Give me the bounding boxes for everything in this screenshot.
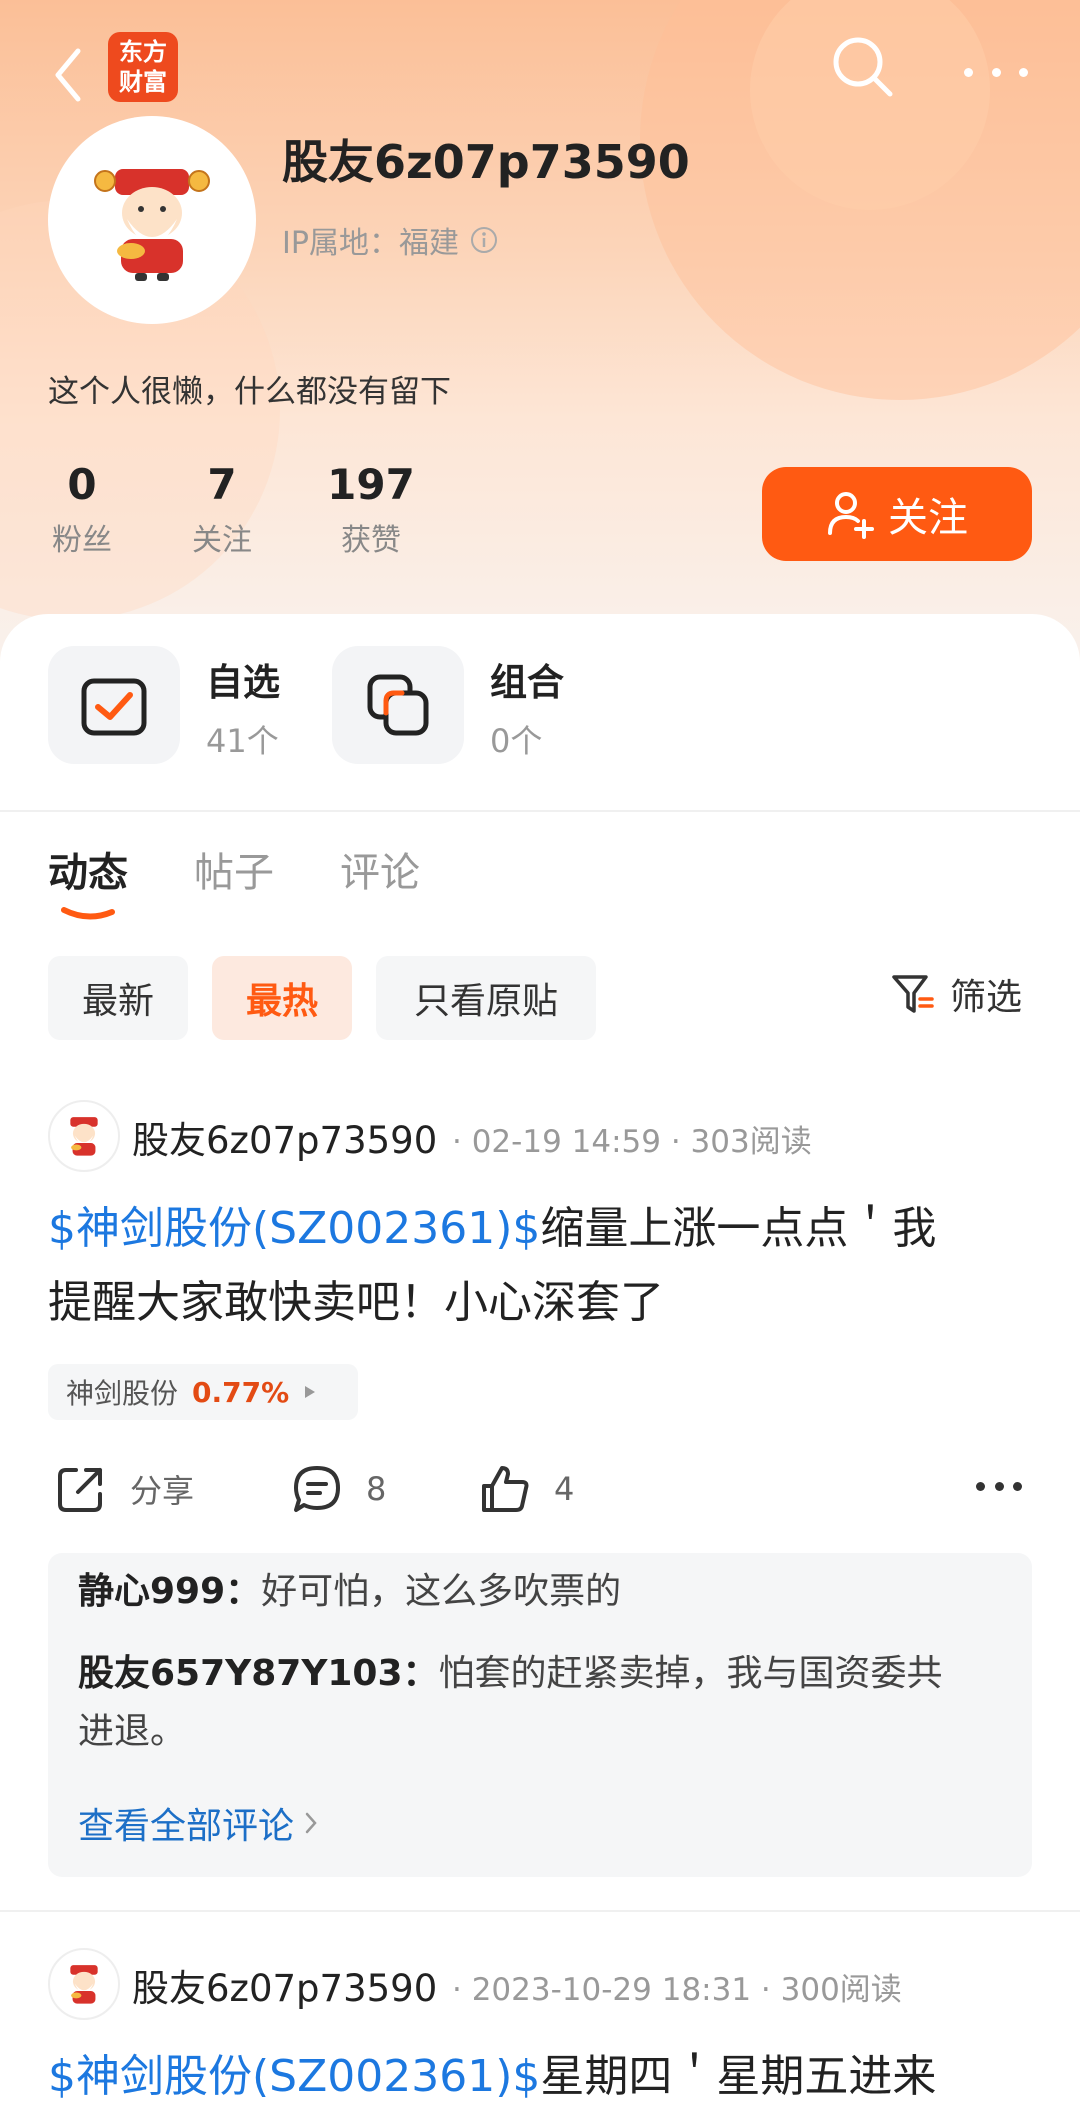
profile-username: 股友6z07p73590 [282, 135, 690, 189]
comment-user: 静心999： [78, 1571, 262, 1612]
stat-label: 粉丝 [52, 523, 112, 558]
filter-icon [892, 975, 934, 1013]
top-bar: 东方 财富 [0, 20, 1080, 120]
post-author-avatar[interactable] [48, 1100, 120, 1172]
search-button[interactable] [828, 32, 898, 102]
caishen-avatar-icon [70, 1965, 98, 2004]
stock-change-percent: 0.77% [192, 1375, 290, 1409]
shortcut-title: 组合 [490, 661, 564, 704]
comment-preview-box: 静心999：好可怕，这么多吹票的 股友657Y87Y103：怕套的赶紧卖掉，我与… [48, 1553, 1032, 1877]
post-author-name[interactable]: 股友6z07p73590 [132, 1110, 437, 1164]
post-meta: · 02-19 14:59 · 303阅读 [452, 1124, 812, 1160]
stat-label: 关注 [192, 523, 252, 558]
checkbox-icon [81, 678, 147, 736]
stat-number: 197 [327, 460, 415, 509]
stock-quote-chip[interactable]: 神剑股份 0.77% [48, 1364, 358, 1420]
comment-icon [294, 1466, 340, 1512]
portfolio-icon [367, 674, 429, 736]
dot-icon [1019, 67, 1028, 77]
tab-activity[interactable]: 动态 [48, 840, 128, 898]
thumbs-up-icon [482, 1466, 529, 1512]
stock-name: 神剑股份 [66, 1377, 179, 1410]
info-icon[interactable] [469, 225, 499, 255]
dot-icon [964, 67, 973, 77]
stock-link[interactable]: $神剑股份(SZ002361)$ [48, 1203, 540, 1254]
chip-hottest[interactable]: 最热 [212, 956, 352, 1040]
post-content[interactable]: $神剑股份(SZ002361)$缩量上涨一点点＇我 提醒大家敢快卖吧！小心深套了 [48, 1192, 1038, 1340]
stat-number: 0 [67, 460, 97, 509]
comment-item[interactable]: 股友657Y87Y103：怕套的赶紧卖掉，我与国资委共 进退。 [78, 1645, 1002, 1761]
view-all-comments-link[interactable]: 查看全部评论 [78, 1797, 318, 1849]
portfolio-icon-box [332, 646, 464, 764]
post-meta: · 2023-10-29 18:31 · 300阅读 [452, 1972, 902, 2008]
post-author-name[interactable]: 股友6z07p73590 [132, 1958, 437, 2012]
post-content[interactable]: $神剑股份(SZ002361)$星期四＇星期五进来 [48, 2040, 1038, 2114]
shortcut-count: 0个 [490, 722, 543, 760]
follow-button-label: 关注 [888, 495, 968, 541]
stat-likes[interactable]: 197 获赞 [326, 460, 416, 559]
comment-text: 好可怕，这么多吹票的 [261, 1571, 622, 1612]
logo-text: 东方 [119, 38, 167, 66]
post-divider [0, 1910, 1080, 1912]
ip-location-text: IP属地：福建 [282, 226, 459, 261]
share-label: 分享 [130, 1472, 195, 1510]
post-more-button[interactable] [976, 1482, 1022, 1494]
caishen-avatar-icon [70, 1117, 98, 1156]
follow-button[interactable]: 关注 [762, 467, 1032, 561]
back-button[interactable] [40, 40, 96, 110]
comment-button[interactable]: 8 [290, 1462, 386, 1516]
active-tab-indicator [61, 907, 115, 920]
chip-latest[interactable]: 最新 [48, 956, 188, 1040]
comment-item[interactable]: 静心999：好可怕，这么多吹票的 [78, 1563, 1002, 1621]
chevron-left-icon [55, 48, 81, 102]
add-user-icon [828, 492, 874, 539]
more-menu-button[interactable] [964, 52, 1028, 92]
shortcut-portfolio[interactable] [332, 646, 464, 770]
stat-label: 获赞 [341, 523, 401, 558]
tab-posts[interactable]: 帖子 [194, 840, 274, 898]
filter-button[interactable]: 筛选 [890, 968, 1022, 1020]
comment-text: 进退。 [78, 1711, 187, 1752]
watchlist-icon-box [48, 646, 180, 764]
share-icon [58, 1468, 102, 1512]
stat-fans[interactable]: 0 粉丝 [48, 460, 116, 559]
view-all-label: 查看全部评论 [78, 1806, 295, 1847]
dot-icon [976, 1482, 985, 1491]
stock-link[interactable]: $神剑股份(SZ002361)$ [48, 2051, 540, 2102]
comment-count: 8 [366, 1470, 387, 1508]
app-logo: 东方 财富 [108, 32, 178, 102]
post-text: 星期四＇星期五进来 [540, 2051, 937, 2102]
tab-comments[interactable]: 评论 [340, 840, 420, 898]
like-count: 4 [554, 1470, 575, 1508]
play-arrow-icon [305, 1386, 316, 1398]
post-text: 缩量上涨一点点＇我 [540, 1203, 937, 1254]
logo-text: 财富 [119, 68, 167, 96]
post-author-avatar[interactable] [48, 1948, 120, 2020]
chevron-right-icon [305, 1812, 317, 1834]
user-avatar[interactable] [48, 116, 256, 324]
profile-bio: 这个人很懒，什么都没有留下 [48, 374, 451, 410]
like-button[interactable]: 4 [478, 1462, 574, 1516]
section-divider [0, 810, 1080, 812]
shortcut-watchlist[interactable] [48, 646, 180, 770]
search-icon [833, 37, 893, 97]
post-text: 提醒大家敢快卖吧！小心深套了 [48, 1277, 664, 1328]
dot-icon [1013, 1482, 1022, 1491]
shortcut-title: 自选 [206, 661, 280, 704]
comment-text: 怕套的赶紧卖掉，我与国资委共 [438, 1653, 943, 1694]
shortcut-count: 41个 [206, 722, 279, 760]
stat-following[interactable]: 7 关注 [188, 460, 256, 559]
dot-icon [994, 1482, 1004, 1491]
share-button[interactable]: 分享 [54, 1462, 194, 1516]
ip-location: IP属地：福建 [282, 218, 499, 262]
comment-user: 股友657Y87Y103： [78, 1653, 439, 1694]
dot-icon [991, 67, 1001, 77]
filter-label: 筛选 [950, 977, 1023, 1018]
chip-original-only[interactable]: 只看原贴 [376, 956, 596, 1040]
caishen-avatar-icon [94, 169, 210, 281]
stat-number: 7 [207, 460, 237, 509]
